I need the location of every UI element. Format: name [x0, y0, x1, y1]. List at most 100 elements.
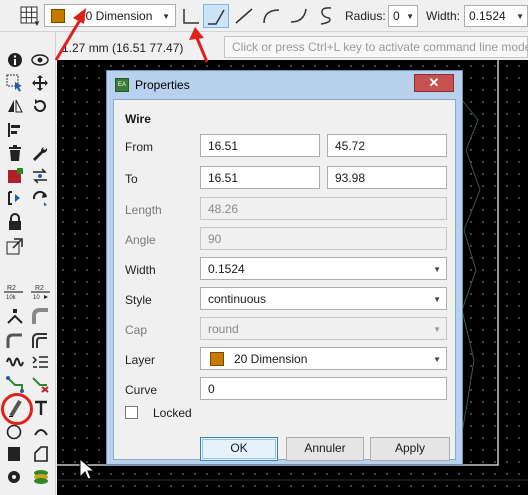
chevron-down-icon: ▼	[516, 12, 524, 21]
angle-label: Angle	[125, 233, 156, 247]
align-icon[interactable]	[5, 120, 25, 140]
to-y-value: 93.98	[335, 171, 366, 185]
grid-menu-arrow[interactable]: ▼	[33, 19, 41, 28]
dialog-titlebar[interactable]: EA Properties ✕	[107, 71, 462, 99]
apply-button[interactable]: Apply	[370, 437, 450, 461]
length-label: Length	[125, 203, 162, 217]
miter-icon[interactable]	[30, 306, 50, 326]
cancel-button[interactable]: Annuler	[286, 437, 364, 461]
curve-label: Curve	[125, 383, 158, 397]
name-value-icon[interactable]	[30, 352, 50, 372]
optimize-icon[interactable]	[5, 330, 25, 350]
layer-value: 20 Dimension	[234, 352, 308, 366]
close-button[interactable]: ✕	[414, 74, 454, 92]
coordinate-readout: 1.27 mm (16.51 77.47)	[62, 41, 184, 55]
width-combobox[interactable]: 0.1524 ▼	[200, 257, 447, 280]
chevron-down-icon: ▼	[433, 295, 441, 304]
width-label: Width:	[426, 9, 461, 23]
close-icon: ✕	[428, 75, 440, 90]
width-value: 0.1524	[208, 262, 245, 276]
mouse-cursor-icon	[79, 458, 96, 480]
rotate-icon[interactable]	[30, 96, 50, 116]
text-icon[interactable]	[31, 398, 51, 418]
eagle-app-icon: EA	[115, 78, 129, 92]
radius-value: 0	[393, 9, 400, 23]
mirror-icon[interactable]	[5, 96, 25, 116]
cap-select: round ▼	[200, 317, 447, 340]
rectangle-icon[interactable]	[4, 444, 24, 464]
to-x-input[interactable]: 16.51	[200, 166, 320, 189]
wrench-icon[interactable]	[30, 143, 50, 163]
layer-select[interactable]: 20 Dimension ▼	[44, 4, 176, 27]
bend-arc-button[interactable]	[259, 4, 285, 28]
top-toolbar: ▼ 20 Dimension ▼ Radius: 0 ▼ Width: 0.15…	[0, 0, 528, 32]
resize-icon[interactable]	[5, 236, 25, 256]
arc-icon[interactable]	[31, 422, 51, 442]
radius-input[interactable]: 0 ▼	[388, 5, 418, 27]
command-line-input[interactable]: Click or press Ctrl+L key to activate co…	[224, 36, 528, 58]
route-icon[interactable]	[5, 374, 25, 394]
bend-curve-button[interactable]	[286, 4, 312, 28]
from-y-value: 45.72	[335, 139, 366, 153]
from-label: From	[125, 140, 153, 154]
width-input[interactable]: 0.1524 ▼	[464, 5, 528, 27]
properties-dialog: EA Properties ✕ Wire From 16.51 45.72 To…	[106, 70, 463, 465]
meander-icon[interactable]	[5, 352, 25, 372]
length-field: 48.26	[200, 197, 447, 220]
bend-s-curve-button[interactable]	[313, 4, 339, 28]
ratsnest-r2-10-icon[interactable]: R2 10	[30, 282, 52, 302]
via-icon[interactable]	[4, 467, 24, 487]
svg-text:10k: 10k	[6, 295, 17, 301]
delete-icon[interactable]	[5, 143, 25, 163]
curve-value: 0	[208, 382, 215, 396]
to-y-input[interactable]: 93.98	[327, 166, 447, 189]
bend-right-angle-button[interactable]	[179, 4, 205, 28]
pinswap-icon[interactable]	[30, 166, 50, 186]
polygon-icon[interactable]	[31, 444, 51, 464]
bend-straight-button[interactable]	[232, 4, 258, 28]
ripup-icon[interactable]	[30, 374, 50, 394]
locked-checkbox[interactable]	[125, 406, 138, 419]
style-select[interactable]: continuous ▼	[200, 287, 447, 310]
chevron-down-icon: ▼	[162, 12, 170, 21]
bus-icon[interactable]	[30, 330, 50, 350]
from-y-input[interactable]: 45.72	[327, 134, 447, 157]
style-label: Style	[125, 293, 152, 307]
layer-select-value: 20 Dimension	[79, 9, 153, 23]
to-label: To	[125, 172, 138, 186]
cap-label: Cap	[125, 323, 148, 337]
layer-stack-icon[interactable]	[31, 467, 51, 487]
replace-icon[interactable]	[5, 188, 25, 208]
curve-input[interactable]: 0	[200, 377, 447, 400]
dialog-title: Properties	[135, 78, 190, 92]
svg-text:10: 10	[33, 295, 40, 301]
layer-color-swatch	[51, 9, 65, 23]
locked-label: Locked	[153, 406, 192, 420]
ratsnest-r2-icon[interactable]: R2 10k	[3, 282, 25, 302]
add-part-icon[interactable]	[5, 166, 25, 186]
dialog-body: Wire From 16.51 45.72 To 16.51 93.98 Len…	[113, 99, 456, 461]
circle-icon[interactable]	[4, 422, 24, 442]
section-heading-wire: Wire	[125, 112, 151, 126]
split-icon[interactable]	[5, 306, 25, 326]
chevron-down-icon: ▼	[433, 265, 441, 274]
ok-button[interactable]: OK	[200, 437, 278, 461]
change-icon[interactable]	[30, 188, 50, 208]
angle-value: 90	[208, 232, 222, 246]
from-x-value: 16.51	[208, 139, 239, 153]
move-icon[interactable]	[30, 73, 50, 93]
highlight-circle	[1, 393, 33, 425]
width-label: Width	[125, 263, 156, 277]
layer-select-dialog[interactable]: 20 Dimension ▼	[200, 347, 447, 370]
length-value: 48.26	[208, 202, 239, 216]
select-icon[interactable]	[5, 73, 25, 93]
svg-text:R2: R2	[7, 285, 16, 292]
lock-icon[interactable]	[5, 212, 25, 232]
chevron-down-icon: ▼	[433, 325, 441, 334]
eye-icon[interactable]	[30, 50, 50, 70]
svg-text:R2: R2	[35, 285, 44, 292]
bend-45-button[interactable]	[203, 4, 229, 28]
from-x-input[interactable]: 16.51	[200, 134, 320, 157]
info-icon[interactable]	[5, 50, 25, 70]
radius-label: Radius:	[345, 9, 386, 23]
